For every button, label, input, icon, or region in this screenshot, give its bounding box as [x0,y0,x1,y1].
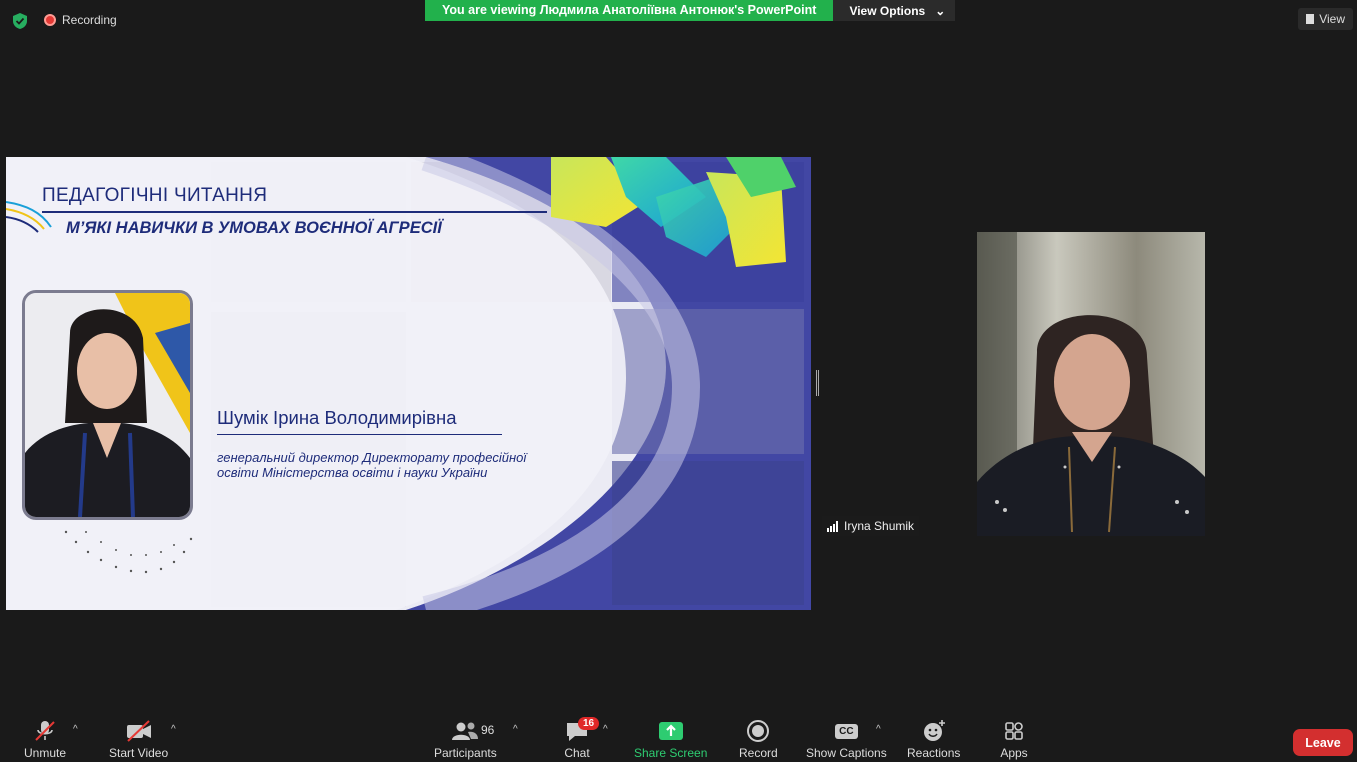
show-captions-label: Show Captions [806,746,887,760]
apps-button[interactable]: Apps [999,718,1029,760]
participant-name: Iryna Shumik [844,519,915,533]
reactions-button[interactable]: Reactions [907,718,960,760]
shield-icon[interactable] [12,12,28,30]
chat-options-caret-icon[interactable]: ^ [603,724,608,735]
viewing-banner: You are viewing Людмила Анатоліївна Анто… [425,0,956,21]
participant-video[interactable] [977,232,1205,536]
speaker-role-line1: генеральний директор Директорату професі… [217,450,527,465]
participants-icon [450,718,480,744]
recording-dot-icon [44,14,56,26]
speaker-name-rule [217,434,502,435]
speaker-role: генеральний директор Директорату професі… [217,450,526,480]
record-button[interactable]: Record [739,718,778,760]
show-captions-button[interactable]: CC Show Captions [806,718,887,760]
view-label: View [1319,12,1345,26]
slide-title-rule [42,211,547,213]
chat-label: Chat [564,746,590,760]
speaker-role-line2: освіти Міністерства освіти і науки Украї… [217,465,488,480]
record-icon [743,718,773,744]
participants-options-caret-icon[interactable]: ^ [513,724,518,735]
closed-captions-icon: CC [831,718,861,744]
start-video-label: Start Video [109,746,169,760]
unmute-label: Unmute [24,746,67,760]
layout-icon [1306,14,1315,24]
participants-label: Participants [434,746,497,760]
chevron-down-icon: ⌄ [935,4,946,18]
recording-indicator[interactable]: Recording [44,13,117,27]
captions-icon-text: CC [835,723,858,739]
participant-name-tag: Iryna Shumik [822,516,920,536]
split-view-divider[interactable] [816,370,819,396]
unmute-button[interactable]: Unmute [24,718,66,760]
apps-label: Apps [1000,746,1028,760]
record-label: Record [739,746,778,760]
apps-icon [999,718,1029,744]
video-options-caret-icon[interactable]: ^ [171,724,176,735]
shared-slide: ПЕДАГОГІЧНІ ЧИТАННЯ М’ЯКІ НАВИЧКИ В УМОВ… [6,157,811,610]
slide-title: ПЕДАГОГІЧНІ ЧИТАННЯ [42,185,268,206]
slide-subtitle: М’ЯКІ НАВИЧКИ В УМОВАХ ВОЄННОЇ АГРЕСІЇ [66,219,442,237]
reactions-label: Reactions [907,746,961,760]
share-screen-icon [656,718,686,744]
share-screen-label: Share Screen [634,746,708,760]
signal-strength-icon [827,520,838,532]
speaker-name: Шумік Ірина Володимирівна [217,407,457,428]
viewing-banner-text: You are viewing Людмила Анатоліївна Анто… [425,0,834,21]
recording-label: Recording [62,13,117,27]
speaker-portrait [22,290,193,520]
captions-options-caret-icon[interactable]: ^ [876,724,881,735]
video-camera-off-icon [124,718,154,744]
smiley-add-icon [919,718,949,744]
start-video-button[interactable]: Start Video [109,718,168,760]
participants-count: 96 [481,723,495,737]
audio-options-caret-icon[interactable]: ^ [73,724,78,735]
share-screen-button[interactable]: Share Screen [634,718,707,760]
chat-unread-badge: 16 [578,717,600,730]
view-options-button[interactable]: View Options ⌄ [833,0,956,21]
view-options-label: View Options [849,4,926,18]
view-button[interactable]: View [1298,8,1353,30]
leave-button[interactable]: Leave [1293,729,1353,756]
microphone-muted-icon [30,718,60,744]
